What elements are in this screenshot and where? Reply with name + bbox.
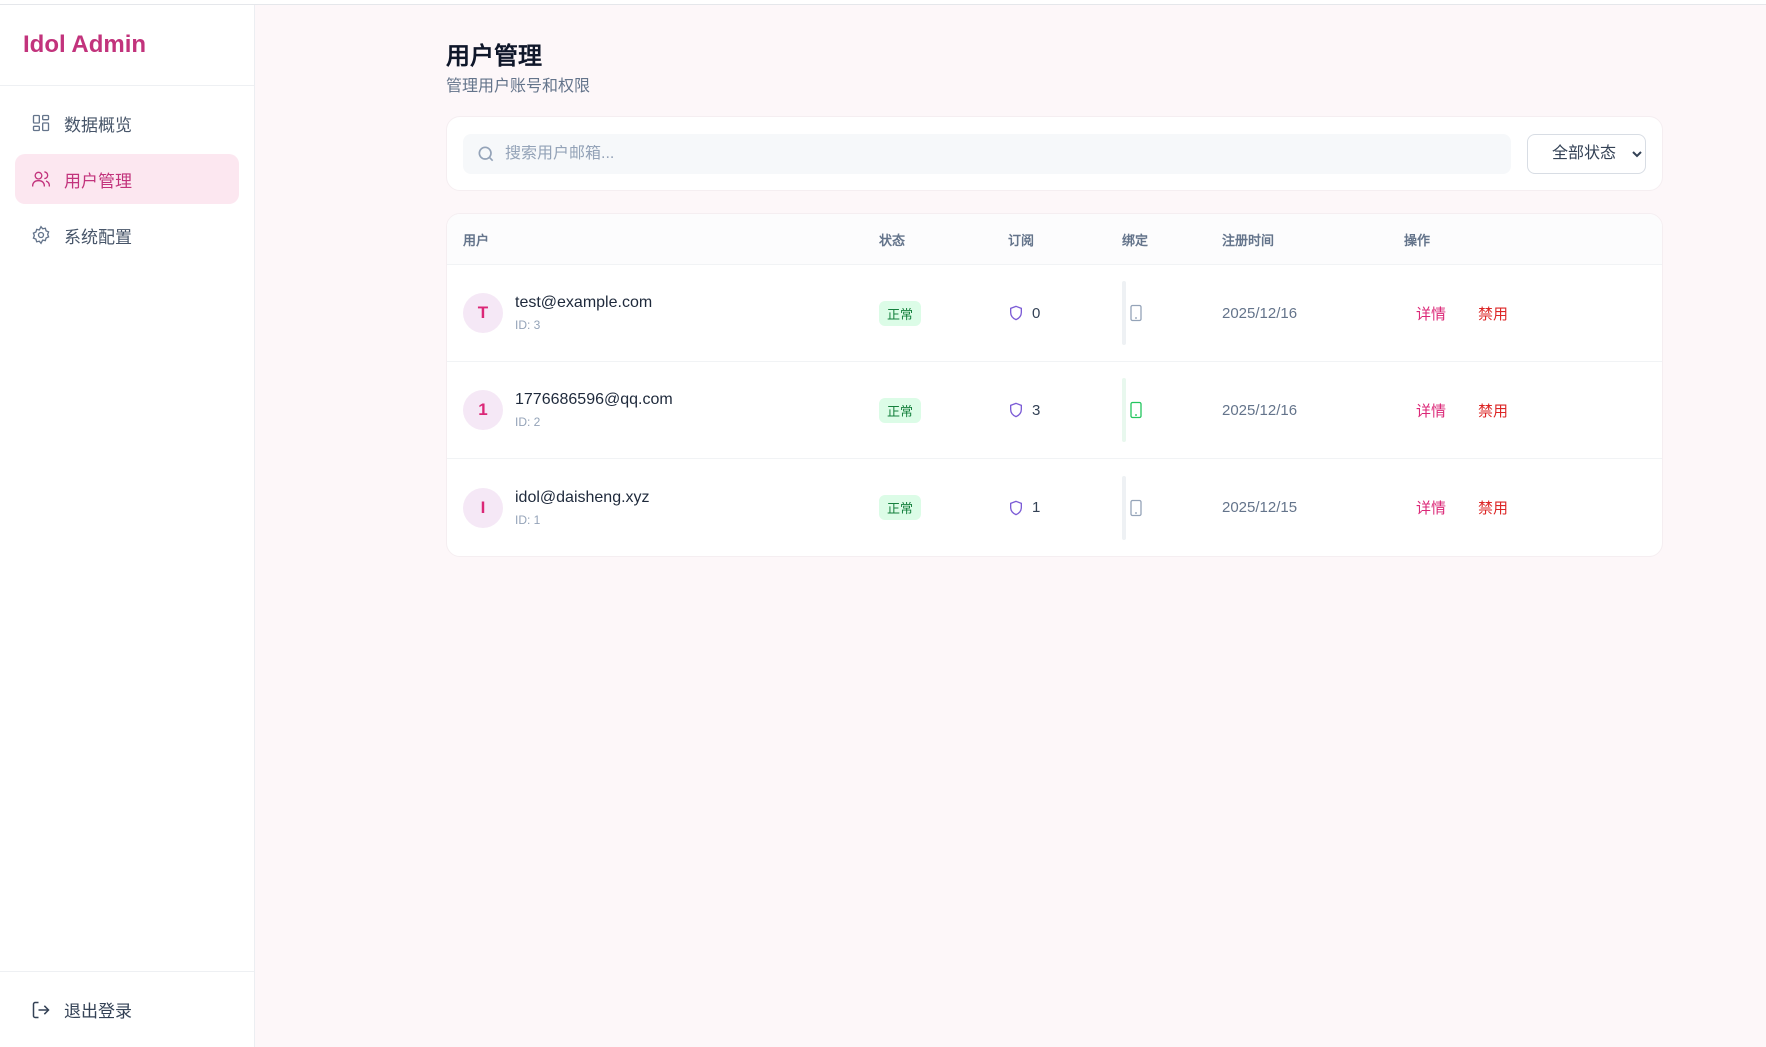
user-email: 1776686596@qq.com xyxy=(515,391,673,408)
page-title: 用户管理 xyxy=(446,43,542,70)
phone-icon xyxy=(1130,499,1142,516)
table-row: I idol@daisheng.xyz ID: 1 正常 1 2025/12/1… xyxy=(447,459,1662,556)
detail-button[interactable]: 详情 xyxy=(1416,497,1446,518)
column-header-user: 用户 xyxy=(463,232,490,248)
status-badge: 正常 xyxy=(879,397,922,423)
top-border xyxy=(0,0,1766,5)
brand-title: Idol Admin xyxy=(23,31,147,58)
binding-indicator xyxy=(1122,378,1126,442)
status-badge: 正常 xyxy=(879,495,922,520)
disable-button[interactable]: 禁用 xyxy=(1478,303,1508,324)
avatar: 1 xyxy=(463,390,503,430)
phone-icon xyxy=(1130,401,1142,419)
search-input[interactable] xyxy=(505,144,1485,163)
main-content: 用户管理 管理用户账号和权限 全部状态 用户 状态 订阅 绑定 注册时间 操作 … xyxy=(446,36,1663,557)
status-filter-select[interactable]: 全部状态 xyxy=(1527,133,1646,174)
shield-icon xyxy=(1010,402,1022,418)
filter-bar: 全部状态 xyxy=(446,116,1663,191)
sidebar-item-label: 数据概览 xyxy=(64,115,132,135)
sidebar-item-settings[interactable]: 系统配置 xyxy=(15,210,239,260)
column-header-subscription: 订阅 xyxy=(1008,232,1035,248)
user-cell: I idol@daisheng.xyz ID: 1 xyxy=(447,487,879,528)
users-table: 用户 状态 订阅 绑定 注册时间 操作 T test@example.com I… xyxy=(446,213,1663,557)
avatar: T xyxy=(463,293,503,333)
subscription-count: 1 xyxy=(1032,499,1041,516)
column-header-binding: 绑定 xyxy=(1122,232,1149,248)
table-row: T test@example.com ID: 3 正常 0 2025/12/16… xyxy=(447,265,1662,362)
registered-date: 2025/12/16 xyxy=(1222,304,1298,322)
disable-button[interactable]: 禁用 xyxy=(1478,400,1508,421)
sidebar-item-users[interactable]: 用户管理 xyxy=(15,154,239,204)
search-box xyxy=(463,133,1511,174)
sidebar-item-label: 系统配置 xyxy=(64,227,132,247)
shield-icon xyxy=(1010,305,1022,321)
logout-button[interactable]: 退出登录 xyxy=(0,971,254,1047)
phone-icon xyxy=(1130,304,1142,322)
sidebar-nav: 数据概览 用户管理 系统配置 xyxy=(0,86,254,278)
logout-label: 退出登录 xyxy=(64,1002,132,1021)
column-header-registered: 注册时间 xyxy=(1222,232,1275,248)
subscription-count: 3 xyxy=(1032,401,1041,419)
column-header-status: 状态 xyxy=(879,232,906,248)
table-header: 用户 状态 订阅 绑定 注册时间 操作 xyxy=(447,214,1662,265)
user-id: ID: 3 xyxy=(515,318,541,332)
user-cell: 1 1776686596@qq.com ID: 2 xyxy=(447,390,879,430)
disable-button[interactable]: 禁用 xyxy=(1478,497,1508,518)
detail-button[interactable]: 详情 xyxy=(1416,303,1446,324)
subscription-count: 0 xyxy=(1032,304,1041,322)
user-id: ID: 2 xyxy=(515,415,541,429)
user-email: idol@daisheng.xyz xyxy=(515,488,650,506)
registered-date: 2025/12/16 xyxy=(1222,401,1298,419)
sidebar-item-label: 用户管理 xyxy=(64,171,132,191)
binding-indicator xyxy=(1122,281,1126,345)
shield-icon xyxy=(1010,500,1022,515)
dashboard-icon xyxy=(32,114,50,132)
binding-indicator xyxy=(1122,475,1126,540)
avatar: I xyxy=(463,487,503,528)
users-icon xyxy=(32,171,50,187)
gear-icon xyxy=(32,225,50,245)
table-row: 1 1776686596@qq.com ID: 2 正常 3 2025/12/1… xyxy=(447,362,1662,459)
sidebar-item-overview[interactable]: 数据概览 xyxy=(15,98,239,148)
sidebar: Idol Admin 数据概览 用户管理 系统配置 退出登录 xyxy=(0,5,255,1047)
brand: Idol Admin xyxy=(0,5,254,86)
search-icon xyxy=(478,146,494,161)
status-badge: 正常 xyxy=(879,300,922,326)
user-cell: T test@example.com ID: 3 xyxy=(447,293,879,333)
user-id: ID: 1 xyxy=(515,512,541,527)
detail-button[interactable]: 详情 xyxy=(1416,400,1446,421)
page-subtitle: 管理用户账号和权限 xyxy=(446,78,591,95)
column-header-actions: 操作 xyxy=(1404,232,1431,248)
registered-date: 2025/12/15 xyxy=(1222,499,1298,516)
user-email: test@example.com xyxy=(515,294,653,311)
logout-icon xyxy=(32,1001,50,1018)
